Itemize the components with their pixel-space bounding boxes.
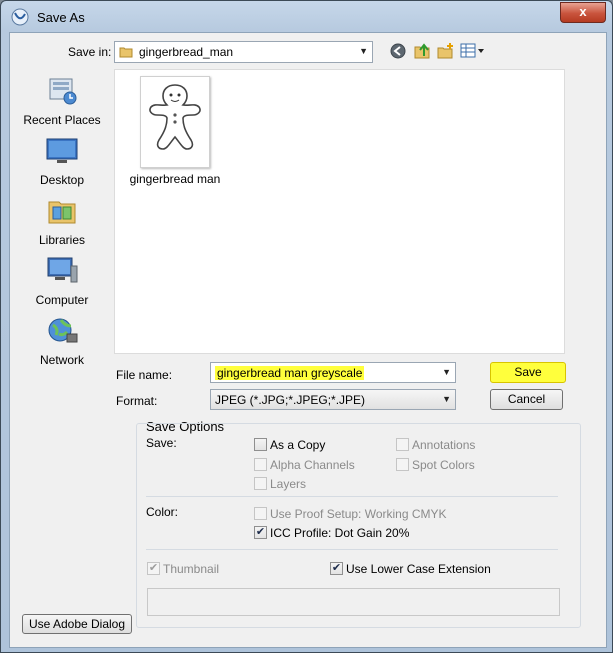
layers-checkbox[interactable] xyxy=(254,477,267,490)
separator xyxy=(146,549,558,550)
alpha-channels-label: Alpha Channels xyxy=(270,458,355,472)
place-recent-places[interactable]: Recent Places xyxy=(10,76,114,127)
save-as-window: Save As x Save in: gingerbread_man ▼ Rec… xyxy=(0,0,613,653)
places-bar: Recent Places Desktop Libraries Computer… xyxy=(10,67,114,387)
lower-case-extension-label: Use Lower Case Extension xyxy=(346,562,491,576)
file-list[interactable]: gingerbread man xyxy=(114,69,565,354)
use-proof-setup-label: Use Proof Setup: Working CMYK xyxy=(270,507,447,521)
warning-message-box xyxy=(147,588,560,616)
close-button[interactable]: x xyxy=(560,2,606,23)
gingerbread-man-thumbnail-icon xyxy=(149,84,201,150)
place-label: Recent Places xyxy=(23,113,101,127)
file-item[interactable]: gingerbread man xyxy=(123,76,227,186)
place-libraries[interactable]: Libraries xyxy=(10,196,114,247)
folder-icon xyxy=(119,47,133,58)
save-in-label: Save in: xyxy=(68,45,112,59)
format-value: JPEG (*.JPG;*.JPEG;*.JPE) xyxy=(215,393,366,407)
cancel-button[interactable]: Cancel xyxy=(490,389,563,410)
title-bar[interactable]: Save As x xyxy=(1,1,612,33)
as-a-copy-label: As a Copy xyxy=(270,438,326,452)
recent-places-icon xyxy=(49,78,77,105)
use-proof-setup-checkbox[interactable] xyxy=(254,507,267,520)
chevron-down-icon[interactable]: ▼ xyxy=(442,367,451,377)
thumbnail-label: Thumbnail xyxy=(163,562,220,576)
chevron-down-icon: ▼ xyxy=(359,46,368,56)
desktop-icon xyxy=(46,138,78,163)
alpha-channels-checkbox[interactable] xyxy=(254,458,267,471)
thumbnail-checkbox[interactable]: ✔ xyxy=(147,562,160,575)
dialog-client: Save in: gingerbread_man ▼ Recent Places… xyxy=(9,32,607,648)
file-name-value: gingerbread man greyscale xyxy=(215,366,365,380)
photoshop-app-icon xyxy=(11,8,29,26)
separator xyxy=(146,496,558,497)
save-button[interactable]: Save xyxy=(490,362,566,383)
new-folder-icon[interactable] xyxy=(437,42,455,60)
format-label: Format: xyxy=(116,394,158,408)
chevron-down-icon: ▼ xyxy=(442,394,451,404)
place-network[interactable]: Network xyxy=(10,316,114,367)
place-label: Desktop xyxy=(39,173,85,187)
libraries-icon xyxy=(48,201,76,224)
back-icon[interactable] xyxy=(390,43,406,59)
file-name-label: gingerbread man xyxy=(129,172,221,186)
save-in-value: gingerbread_man xyxy=(139,45,234,59)
network-icon xyxy=(48,318,78,343)
save-section-label: Save: xyxy=(146,436,177,450)
place-desktop[interactable]: Desktop xyxy=(10,136,114,187)
file-name-input[interactable]: gingerbread man greyscale ▼ xyxy=(210,362,456,383)
layers-label: Layers xyxy=(270,477,307,491)
up-folder-icon[interactable] xyxy=(414,42,432,60)
computer-icon xyxy=(47,257,78,283)
file-name-label: File name: xyxy=(116,368,173,382)
place-label: Computer xyxy=(35,293,89,307)
icc-profile-label: ICC Profile: Dot Gain 20% xyxy=(270,526,410,540)
as-a-copy-checkbox[interactable] xyxy=(254,438,267,451)
save-in-combo[interactable]: gingerbread_man ▼ xyxy=(114,41,373,63)
annotations-label: Annotations xyxy=(412,438,476,452)
place-label: Network xyxy=(39,353,84,367)
annotations-checkbox[interactable] xyxy=(396,438,409,451)
file-thumbnail xyxy=(140,76,210,168)
spot-colors-checkbox[interactable] xyxy=(396,458,409,471)
lower-case-extension-checkbox[interactable]: ✔ xyxy=(330,562,343,575)
icc-profile-checkbox[interactable]: ✔ xyxy=(254,526,267,539)
place-computer[interactable]: Computer xyxy=(10,256,114,307)
spot-colors-label: Spot Colors xyxy=(412,458,475,472)
view-menu-icon[interactable] xyxy=(460,43,486,59)
format-select[interactable]: JPEG (*.JPG;*.JPEG;*.JPE) ▼ xyxy=(210,389,456,410)
close-icon: x xyxy=(579,4,587,19)
window-title: Save As xyxy=(37,10,85,25)
place-label: Libraries xyxy=(38,233,86,247)
color-section-label: Color: xyxy=(146,505,179,519)
use-adobe-dialog-button[interactable]: Use Adobe Dialog xyxy=(22,614,132,634)
